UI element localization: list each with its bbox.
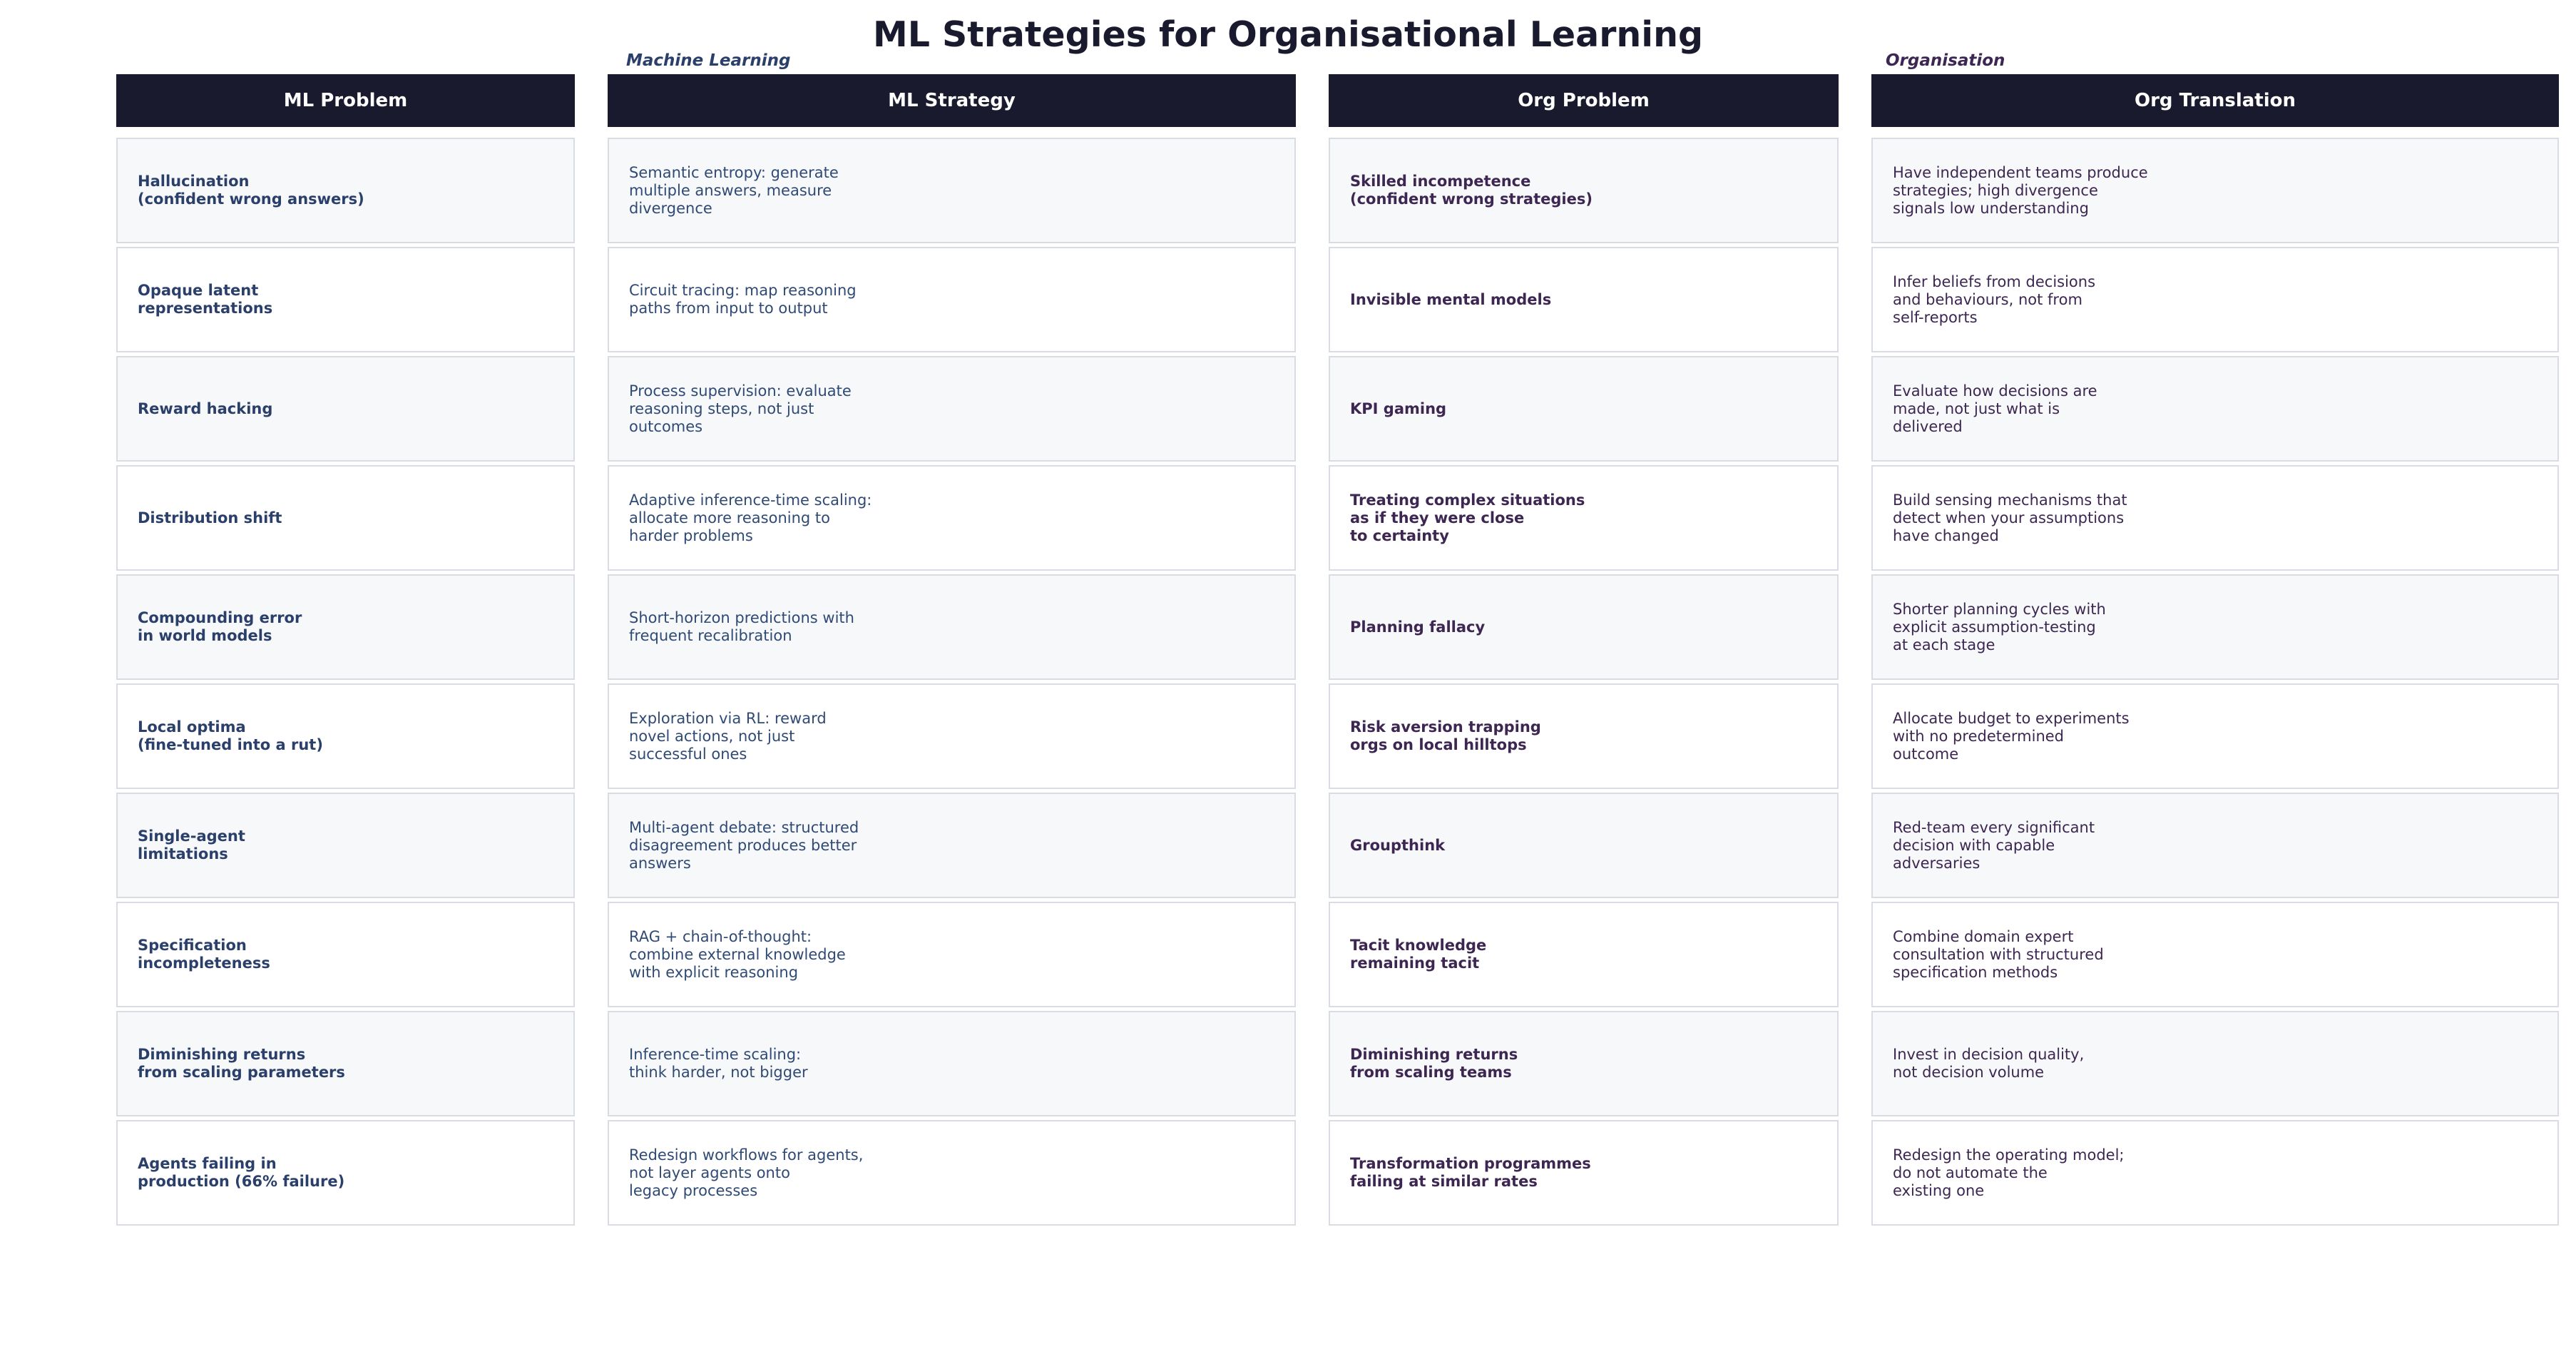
table-cell: Opaque latent representations <box>116 247 575 352</box>
table-cell: Risk aversion trapping orgs on local hil… <box>1329 683 1839 789</box>
column-ml-problem: ML Problem Hallucination (confident wron… <box>116 74 575 1229</box>
table-cell: Groupthink <box>1329 793 1839 898</box>
table-cell: Redesign the operating model; do not aut… <box>1871 1120 2559 1226</box>
table-cell: Red-team every significant decision with… <box>1871 793 2559 898</box>
table-cell: Local optima (fine-tuned into a rut) <box>116 683 575 789</box>
table-cell: Distribution shift <box>116 465 575 571</box>
table-cell: Treating complex situations as if they w… <box>1329 465 1839 571</box>
table-cell: Planning fallacy <box>1329 574 1839 680</box>
table-cell: Invest in decision quality, not decision… <box>1871 1011 2559 1116</box>
table-cell: Agents failing in production (66% failur… <box>116 1120 575 1226</box>
table-cell: Tacit knowledge remaining tacit <box>1329 902 1839 1007</box>
table-cell: Process supervision: evaluate reasoning … <box>608 356 1296 462</box>
table-cell: Diminishing returns from scaling paramet… <box>116 1011 575 1116</box>
column-org-translation: Org Translation Have independent teams p… <box>1871 74 2559 1229</box>
table-cell: Have independent teams produce strategie… <box>1871 138 2559 243</box>
table-cell: KPI gaming <box>1329 356 1839 462</box>
page-title: ML Strategies for Organisational Learnin… <box>872 14 1704 55</box>
table-cell: Allocate budget to experiments with no p… <box>1871 683 2559 789</box>
table-cell: Invisible mental models <box>1329 247 1839 352</box>
column-rows: Hallucination (confident wrong answers) O… <box>116 138 575 1226</box>
column-rows: Skilled incompetence (confident wrong st… <box>1329 138 1839 1226</box>
column-ml-strategy: ML Strategy Semantic entropy: generate m… <box>608 74 1296 1229</box>
table-cell: Single-agent limitations <box>116 793 575 898</box>
table-cell: Semantic entropy: generate multiple answ… <box>608 138 1296 243</box>
table-cell: Hallucination (confident wrong answers) <box>116 138 575 243</box>
table-cell: Shorter planning cycles with explicit as… <box>1871 574 2559 680</box>
table-cell: Transformation programmes failing at sim… <box>1329 1120 1839 1226</box>
column-header-org-translation: Org Translation <box>1871 74 2559 127</box>
table-cell: Diminishing returns from scaling teams <box>1329 1011 1839 1116</box>
table-cell: Redesign workflows for agents, not layer… <box>608 1120 1296 1226</box>
group-label-machine-learning: Machine Learning <box>626 51 791 70</box>
table-cell: Skilled incompetence (confident wrong st… <box>1329 138 1839 243</box>
table-cell: Exploration via RL: reward novel actions… <box>608 683 1296 789</box>
group-label-organisation: Organisation <box>1886 51 2005 70</box>
table-cell: Compounding error in world models <box>116 574 575 680</box>
table-cell: Infer beliefs from decisions and behavio… <box>1871 247 2559 352</box>
table-cell: Specification incompleteness <box>116 902 575 1007</box>
table-cell: Multi-agent debate: structured disagreem… <box>608 793 1296 898</box>
column-org-problem: Org Problem Skilled incompetence (confid… <box>1329 74 1839 1229</box>
column-header-ml-problem: ML Problem <box>116 74 575 127</box>
table-cell: Adaptive inference-time scaling: allocat… <box>608 465 1296 571</box>
table-cell: RAG + chain-of-thought: combine external… <box>608 902 1296 1007</box>
table-cell: Inference-time scaling: think harder, no… <box>608 1011 1296 1116</box>
column-header-ml-strategy: ML Strategy <box>608 74 1296 127</box>
column-rows: Semantic entropy: generate multiple answ… <box>608 138 1296 1226</box>
table-cell: Circuit tracing: map reasoning paths fro… <box>608 247 1296 352</box>
table-cell: Evaluate how decisions are made, not jus… <box>1871 356 2559 462</box>
table-cell: Reward hacking <box>116 356 575 462</box>
column-header-org-problem: Org Problem <box>1329 74 1839 127</box>
table-cell: Build sensing mechanisms that detect whe… <box>1871 465 2559 571</box>
table-cell: Short-horizon predictions with frequent … <box>608 574 1296 680</box>
column-rows: Have independent teams produce strategie… <box>1871 138 2559 1226</box>
table-cell: Combine domain expert consultation with … <box>1871 902 2559 1007</box>
